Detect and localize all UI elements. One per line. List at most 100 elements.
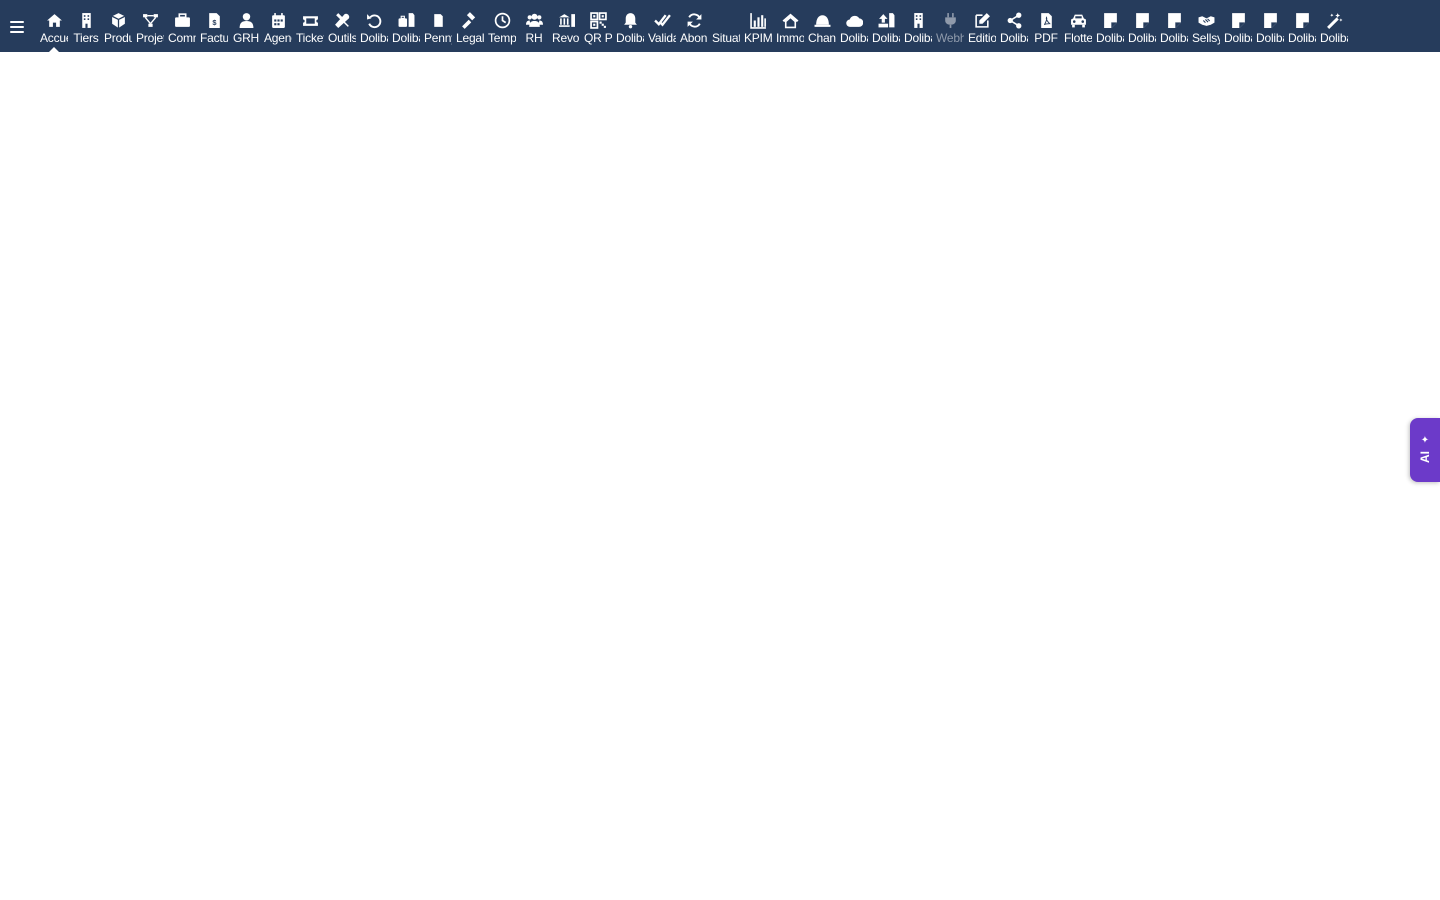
menu-item-label: PDF bbox=[1034, 31, 1058, 45]
menu-item-29[interactable]: Edition bbox=[966, 0, 998, 52]
note-icon bbox=[1254, 10, 1286, 30]
menu-item-26[interactable]: Dolibarr bbox=[870, 0, 902, 52]
menu-item-label: Dolibarr bbox=[1160, 31, 1188, 45]
menu-item-38[interactable]: Dolibarr bbox=[1254, 0, 1286, 52]
menu-item-label: Sellsy bbox=[1192, 31, 1220, 45]
menu-item-25[interactable]: Dolibarr bbox=[838, 0, 870, 52]
menu-item-label: Revolut bbox=[552, 31, 580, 45]
menu-item-40[interactable]: Dolibarr bbox=[1318, 0, 1350, 52]
menu-item-31[interactable]: PDF bbox=[1030, 0, 1062, 52]
note-icon bbox=[1094, 10, 1126, 30]
ticket-icon bbox=[294, 10, 326, 30]
menu-item-6[interactable]: GRH bbox=[230, 0, 262, 52]
menu-item-7[interactable]: Agenda bbox=[262, 0, 294, 52]
menu-item-28[interactable]: Webhooks bbox=[934, 0, 966, 52]
top-menu-bar: Accueil Tiers Produits Projets Commerce$Fact… bbox=[0, 0, 1440, 52]
briefcase-icon bbox=[166, 10, 198, 30]
building-icon bbox=[70, 10, 102, 30]
menu-item-1[interactable]: Tiers bbox=[70, 0, 102, 52]
sparkle-icon: ✦ bbox=[1420, 435, 1430, 446]
building-icon bbox=[902, 10, 934, 30]
menu-item-label: Dolibarr bbox=[904, 31, 932, 45]
menu-item-4[interactable]: Commerce bbox=[166, 0, 198, 52]
menu-item-36[interactable]: Sellsy bbox=[1190, 0, 1222, 52]
menu-item-23[interactable]: Immobilier bbox=[774, 0, 806, 52]
hamburger-menu-icon[interactable] bbox=[6, 14, 28, 38]
share-icon bbox=[998, 10, 1030, 30]
menu-item-5[interactable]: $Facturation bbox=[198, 0, 230, 52]
menu-item-label: Dolibarr bbox=[1288, 31, 1316, 45]
menu-item-27[interactable]: Dolibarr bbox=[902, 0, 934, 52]
menu-item-20[interactable]: Abonnements bbox=[678, 0, 710, 52]
menu-item-18[interactable]: Dolibarr bbox=[614, 0, 646, 52]
menu-item-label: Dolibarr bbox=[1000, 31, 1028, 45]
menu-item-13[interactable]: Legal bbox=[454, 0, 486, 52]
menu-item-label: Tickets bbox=[296, 31, 324, 45]
menu-item-label: Dolibarr bbox=[1128, 31, 1156, 45]
menu-item-label: Dolibarr bbox=[616, 31, 644, 45]
menu-item-14[interactable]: Temps bbox=[486, 0, 518, 52]
menu-item-label: Tiers bbox=[73, 31, 99, 45]
menu-item-24[interactable]: Chantier bbox=[806, 0, 838, 52]
menu-item-39[interactable]: Dolibarr bbox=[1286, 0, 1318, 52]
menu-item-label: Legal bbox=[456, 31, 484, 45]
tools-icon bbox=[326, 10, 358, 30]
file-icon bbox=[422, 10, 454, 30]
undo-icon bbox=[358, 10, 390, 30]
main-menu: Accueil Tiers Produits Projets Commerce$Fact… bbox=[38, 0, 1350, 52]
project-icon bbox=[134, 10, 166, 30]
note-icon bbox=[1286, 10, 1318, 30]
home-icon bbox=[38, 10, 70, 30]
menu-item-3[interactable]: Projets bbox=[134, 0, 166, 52]
menu-item-19[interactable]: Validation bbox=[646, 0, 678, 52]
edit-icon bbox=[966, 10, 998, 30]
calendar-icon bbox=[262, 10, 294, 30]
menu-item-10[interactable]: Dolibarr bbox=[358, 0, 390, 52]
main-content-area bbox=[0, 52, 1440, 900]
menu-item-label: Dolibarr bbox=[1256, 31, 1284, 45]
menu-item-34[interactable]: Dolibarr bbox=[1126, 0, 1158, 52]
menu-item-21[interactable]: Situation bbox=[710, 0, 742, 52]
users-icon bbox=[518, 10, 550, 30]
briefcase-file-icon bbox=[390, 10, 422, 30]
car-icon bbox=[1062, 10, 1094, 30]
magic-wand-icon bbox=[1318, 10, 1350, 30]
menu-item-label: Flotte bbox=[1064, 31, 1092, 45]
menu-item-9[interactable]: Outils bbox=[326, 0, 358, 52]
menu-item-0[interactable]: Accueil bbox=[38, 0, 70, 52]
menu-item-2[interactable]: Produits bbox=[102, 0, 134, 52]
menu-item-label: Webhooks bbox=[936, 31, 964, 45]
ai-assistant-tab[interactable]: ✦ AI bbox=[1410, 418, 1440, 482]
menu-item-30[interactable]: Dolibarr bbox=[998, 0, 1030, 52]
menu-item-label: GRH bbox=[232, 31, 260, 45]
menu-item-22[interactable]: KPIMax bbox=[742, 0, 774, 52]
menu-item-label: Dolibarr bbox=[392, 31, 420, 45]
clock-icon bbox=[486, 10, 518, 30]
ai-tab-label: AI bbox=[1418, 451, 1432, 463]
menu-item-37[interactable]: Dolibarr bbox=[1222, 0, 1254, 52]
menu-item-label: Dolibarr bbox=[840, 31, 868, 45]
note-icon bbox=[1126, 10, 1158, 30]
menu-item-label: Produits bbox=[104, 31, 132, 45]
bell-icon bbox=[614, 10, 646, 30]
menu-item-11[interactable]: Dolibarr bbox=[390, 0, 422, 52]
menu-item-12[interactable]: Pennylane bbox=[422, 0, 454, 52]
menu-item-32[interactable]: Flotte bbox=[1062, 0, 1094, 52]
menu-item-label: Dolibarr bbox=[1320, 31, 1348, 45]
menu-item-16[interactable]: Revolut bbox=[550, 0, 582, 52]
menu-item-label: Validation bbox=[648, 31, 676, 45]
situation-icon bbox=[710, 10, 742, 30]
menu-item-35[interactable]: Dolibarr bbox=[1158, 0, 1190, 52]
menu-item-8[interactable]: Tickets bbox=[294, 0, 326, 52]
menu-item-17[interactable]: QR Pay bbox=[582, 0, 614, 52]
cube-icon bbox=[102, 10, 134, 30]
menu-item-label: Commerce bbox=[168, 31, 196, 45]
menu-item-15[interactable]: RH bbox=[518, 0, 550, 52]
menu-item-label: Situation bbox=[712, 31, 740, 45]
menu-item-label: Dolibarr bbox=[360, 31, 388, 45]
menu-item-33[interactable]: Dolibarr bbox=[1094, 0, 1126, 52]
qrcode-icon bbox=[582, 10, 614, 30]
menu-item-label: Agenda bbox=[264, 31, 292, 45]
handshake-icon bbox=[1190, 10, 1222, 30]
plug-icon bbox=[934, 10, 966, 30]
